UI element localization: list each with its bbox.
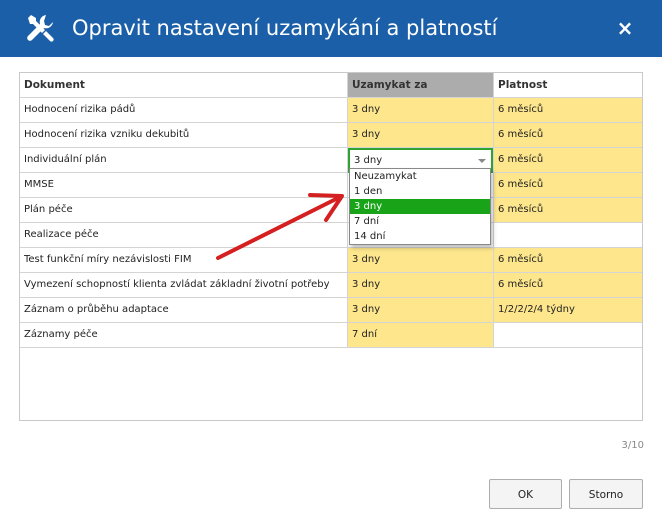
table-row[interactable]: Záznamy péče 7 dní xyxy=(20,323,642,348)
column-header-document[interactable]: Dokument xyxy=(20,73,348,98)
table-row[interactable]: Hodnocení rizika pádů 3 dny 6 měsíců xyxy=(20,98,642,123)
document-cell[interactable]: Hodnocení rizika vzniku dekubitů xyxy=(20,123,348,148)
annotation-arrow-icon xyxy=(216,193,344,260)
validity-cell[interactable] xyxy=(494,323,642,348)
validity-cell[interactable]: 6 měsíců xyxy=(494,248,642,273)
lock-cell[interactable]: 3 dny xyxy=(348,98,494,123)
column-header-lock[interactable]: Uzamykat za xyxy=(348,73,494,98)
dialog-title: Opravit nastavení uzamykání a platností xyxy=(72,16,498,40)
table-row[interactable]: Záznam o průběhu adaptace 3 dny 1/2/2/2/… xyxy=(20,298,642,323)
table-row[interactable]: Individuální plán 6 měsíců xyxy=(20,148,642,173)
column-header-validity[interactable]: Platnost xyxy=(494,73,642,98)
dropdown-option-1-den[interactable]: 1 den xyxy=(350,184,490,199)
document-cell[interactable]: Individuální plán xyxy=(20,148,348,173)
wrench-screwdriver-icon xyxy=(27,15,54,42)
table-row[interactable]: Hodnocení rizika vzniku dekubitů 3 dny 6… xyxy=(20,123,642,148)
validity-cell[interactable]: 6 měsíců xyxy=(494,148,642,173)
dropdown-option-7-dni[interactable]: 7 dní xyxy=(350,214,490,229)
chevron-down-icon[interactable] xyxy=(478,159,486,163)
dropdown-option-14-dni[interactable]: 14 dní xyxy=(350,229,490,244)
table-row[interactable]: Vymezení schopností klienta zvládat zákl… xyxy=(20,273,642,298)
close-icon[interactable]: × xyxy=(614,17,636,39)
validity-cell[interactable]: 6 měsíců xyxy=(494,123,642,148)
validity-cell[interactable]: 1/2/2/2/4 týdny xyxy=(494,298,642,323)
dropdown-option-3-dny[interactable]: 3 dny xyxy=(350,199,490,214)
validity-cell[interactable]: 6 měsíců xyxy=(494,98,642,123)
ok-button[interactable]: OK xyxy=(489,479,562,509)
lock-cell[interactable]: 7 dní xyxy=(348,323,494,348)
lock-period-value: 3 dny xyxy=(354,155,383,166)
lock-cell[interactable]: 3 dny xyxy=(348,248,494,273)
lock-period-dropdown[interactable]: Neuzamykat 1 den 3 dny 7 dní 14 dní xyxy=(349,168,491,245)
document-cell[interactable]: Vymezení schopností klienta zvládat zákl… xyxy=(20,273,348,298)
lock-cell[interactable]: 3 dny xyxy=(348,123,494,148)
lock-cell[interactable]: 3 dny xyxy=(348,298,494,323)
page-counter: 3/10 xyxy=(621,440,644,451)
validity-cell[interactable]: 6 měsíců xyxy=(494,173,642,198)
document-cell[interactable]: Záznam o průběhu adaptace xyxy=(20,298,348,323)
dialog-titlebar: Opravit nastavení uzamykání a platností … xyxy=(0,0,662,57)
validity-cell[interactable]: 6 měsíců xyxy=(494,273,642,298)
validity-cell[interactable] xyxy=(494,223,642,248)
document-cell[interactable]: Záznamy péče xyxy=(20,323,348,348)
dropdown-option-neuzamykat[interactable]: Neuzamykat xyxy=(350,169,490,184)
cancel-button[interactable]: Storno xyxy=(569,479,643,509)
validity-cell[interactable]: 6 měsíců xyxy=(494,198,642,223)
document-cell[interactable]: Hodnocení rizika pádů xyxy=(20,98,348,123)
table-header: Dokument Uzamykat za Platnost xyxy=(20,73,642,98)
lock-cell[interactable]: 3 dny xyxy=(348,273,494,298)
